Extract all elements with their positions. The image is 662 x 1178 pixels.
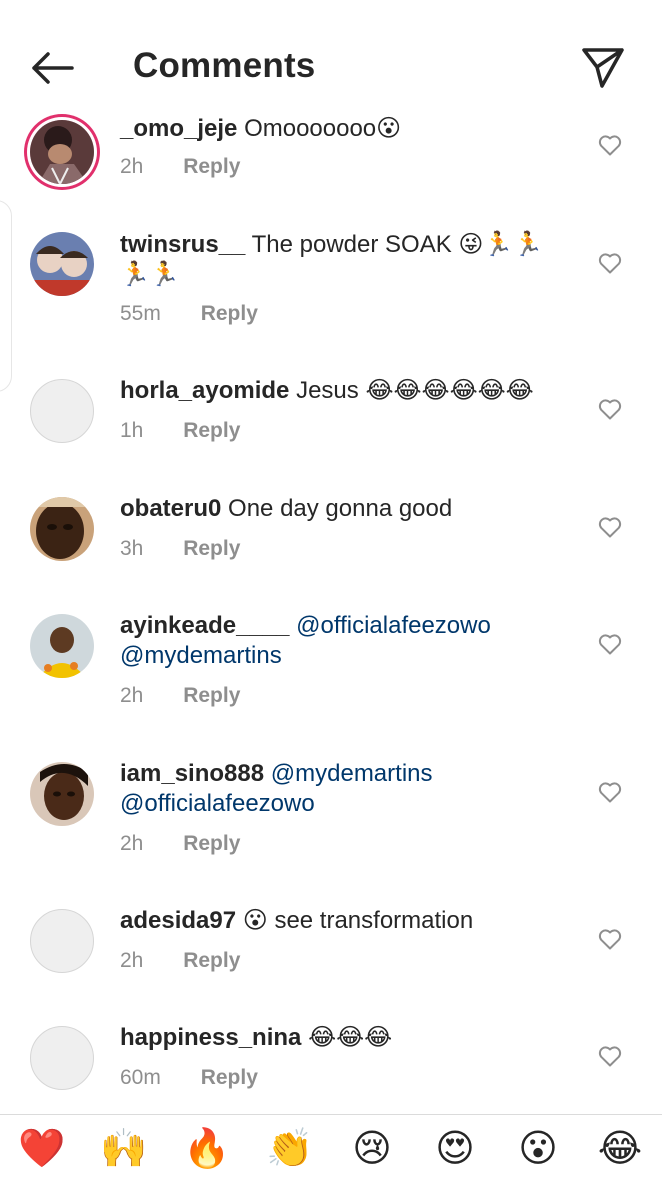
arrow-left-icon[interactable]: [28, 48, 76, 88]
heart-outline-icon[interactable]: [598, 928, 622, 950]
avatar[interactable]: [30, 120, 94, 184]
avatar[interactable]: [30, 232, 94, 296]
reply-button[interactable]: Reply: [183, 155, 240, 178]
avatar-photo: [30, 497, 94, 561]
avatar-photo: [30, 762, 94, 826]
comment-text: obateru0 One day gonna good: [120, 494, 565, 524]
reply-button[interactable]: Reply: [183, 537, 240, 560]
avatar[interactable]: [30, 909, 94, 973]
side-tab: [0, 200, 12, 392]
comment-text: iam_sino888 @mydemartins @officialafeezo…: [120, 759, 565, 819]
comment-username[interactable]: obateru0: [120, 495, 221, 522]
comment-time: 60m: [120, 1066, 161, 1089]
avatar[interactable]: [30, 379, 94, 443]
mention-link[interactable]: @officialafeezowo: [296, 612, 491, 639]
reply-button[interactable]: Reply: [201, 1066, 258, 1089]
comment-time: 2h: [120, 155, 144, 178]
reaction-clap-button[interactable]: 👏: [264, 1123, 316, 1173]
comment-username[interactable]: _omo_jeje: [120, 115, 237, 142]
comment-username[interactable]: ayinkeade____: [120, 612, 289, 639]
comment-body: 😮 see transformation: [242, 907, 474, 934]
comment-username[interactable]: twinsrus__: [120, 231, 245, 258]
heart-outline-icon[interactable]: [598, 398, 622, 420]
paper-plane-icon[interactable]: [580, 44, 626, 90]
mention-link[interactable]: @mydemartins: [271, 760, 433, 787]
reply-button[interactable]: Reply: [183, 832, 240, 855]
avatar-photo: [30, 120, 94, 184]
comment-meta: 2h Reply: [120, 949, 240, 973]
reply-button[interactable]: Reply: [183, 419, 240, 442]
avatar-photo: [30, 614, 94, 678]
comment-meta: 1h Reply: [120, 419, 240, 443]
heart-outline-icon[interactable]: [598, 781, 622, 803]
reply-button[interactable]: Reply: [183, 684, 240, 707]
avatar[interactable]: [30, 614, 94, 678]
heart-outline-icon[interactable]: [598, 633, 622, 655]
comment-time: 2h: [120, 949, 144, 972]
avatar[interactable]: [30, 497, 94, 561]
comment-body: 😂😂😂: [308, 1024, 393, 1051]
comment-text: _omo_jeje Omooooooo😮: [120, 114, 565, 144]
avatar-photo: [30, 232, 94, 296]
heart-outline-icon[interactable]: [598, 134, 622, 156]
reaction-fire-button[interactable]: 🔥: [181, 1123, 233, 1173]
comment-username[interactable]: happiness_nina: [120, 1024, 301, 1051]
avatar[interactable]: [30, 762, 94, 826]
comment-body-continued: 🏃🏃: [120, 261, 180, 288]
mention-link[interactable]: @mydemartins: [120, 642, 282, 669]
reaction-laughing-button[interactable]: 😂: [594, 1123, 646, 1173]
comment-meta: 2h Reply: [120, 684, 240, 708]
comment-body: Omooooooo😮: [244, 115, 402, 142]
comment-meta: 2h Reply: [120, 155, 240, 179]
comment-time: 55m: [120, 302, 161, 325]
reaction-surprised-button[interactable]: 😮: [512, 1123, 564, 1173]
header-bar: Comments: [0, 0, 662, 112]
comment-username[interactable]: horla_ayomide: [120, 377, 289, 404]
avatar[interactable]: [30, 1026, 94, 1090]
comment-time: 3h: [120, 537, 144, 560]
mention-link[interactable]: @officialafeezowo: [120, 790, 315, 817]
reaction-crying-button[interactable]: 😢: [346, 1123, 398, 1173]
reply-button[interactable]: Reply: [183, 949, 240, 972]
heart-outline-icon[interactable]: [598, 1045, 622, 1067]
comment-body: One day gonna good: [228, 495, 453, 522]
comment-text: horla_ayomide Jesus 😂😂😂😂😂😂: [120, 376, 565, 406]
comment-username[interactable]: iam_sino888: [120, 760, 264, 787]
reaction-heart-eyes-button[interactable]: 😍: [429, 1123, 481, 1173]
comment-meta: 2h Reply: [120, 832, 240, 856]
reaction-raised-hands-button[interactable]: 🙌: [98, 1123, 150, 1173]
comment-meta: 60m Reply: [120, 1066, 258, 1090]
page-title: Comments: [133, 46, 316, 85]
comment-time: 2h: [120, 832, 144, 855]
comment-text: happiness_nina 😂😂😂: [120, 1023, 565, 1053]
comment-time: 2h: [120, 684, 144, 707]
comment-text: ayinkeade____ @officialafeezowo @mydemar…: [120, 611, 565, 671]
comment-list[interactable]: _omo_jeje Omooooooo😮 2h Reply twinsrus__…: [0, 0, 662, 1114]
comment-body: Jesus 😂😂😂😂😂😂: [296, 377, 534, 404]
heart-outline-icon[interactable]: [598, 252, 622, 274]
reply-button[interactable]: Reply: [201, 302, 258, 325]
comment-username[interactable]: adesida97: [120, 907, 236, 934]
comment-time: 1h: [120, 419, 144, 442]
comment-text: twinsrus__ The powder SOAK 😜🏃🏃 🏃🏃: [120, 230, 565, 290]
comment-text: adesida97 😮 see transformation: [120, 906, 565, 936]
reaction-heart-button[interactable]: ❤️: [16, 1123, 68, 1173]
comment-body: The powder SOAK 😜🏃🏃: [251, 231, 544, 258]
comment-meta: 55m Reply: [120, 302, 258, 326]
quick-reaction-bar: ❤️ 🙌 🔥 👏 😢 😍 😮 😂: [0, 1114, 662, 1178]
heart-outline-icon[interactable]: [598, 516, 622, 538]
comment-meta: 3h Reply: [120, 537, 240, 561]
